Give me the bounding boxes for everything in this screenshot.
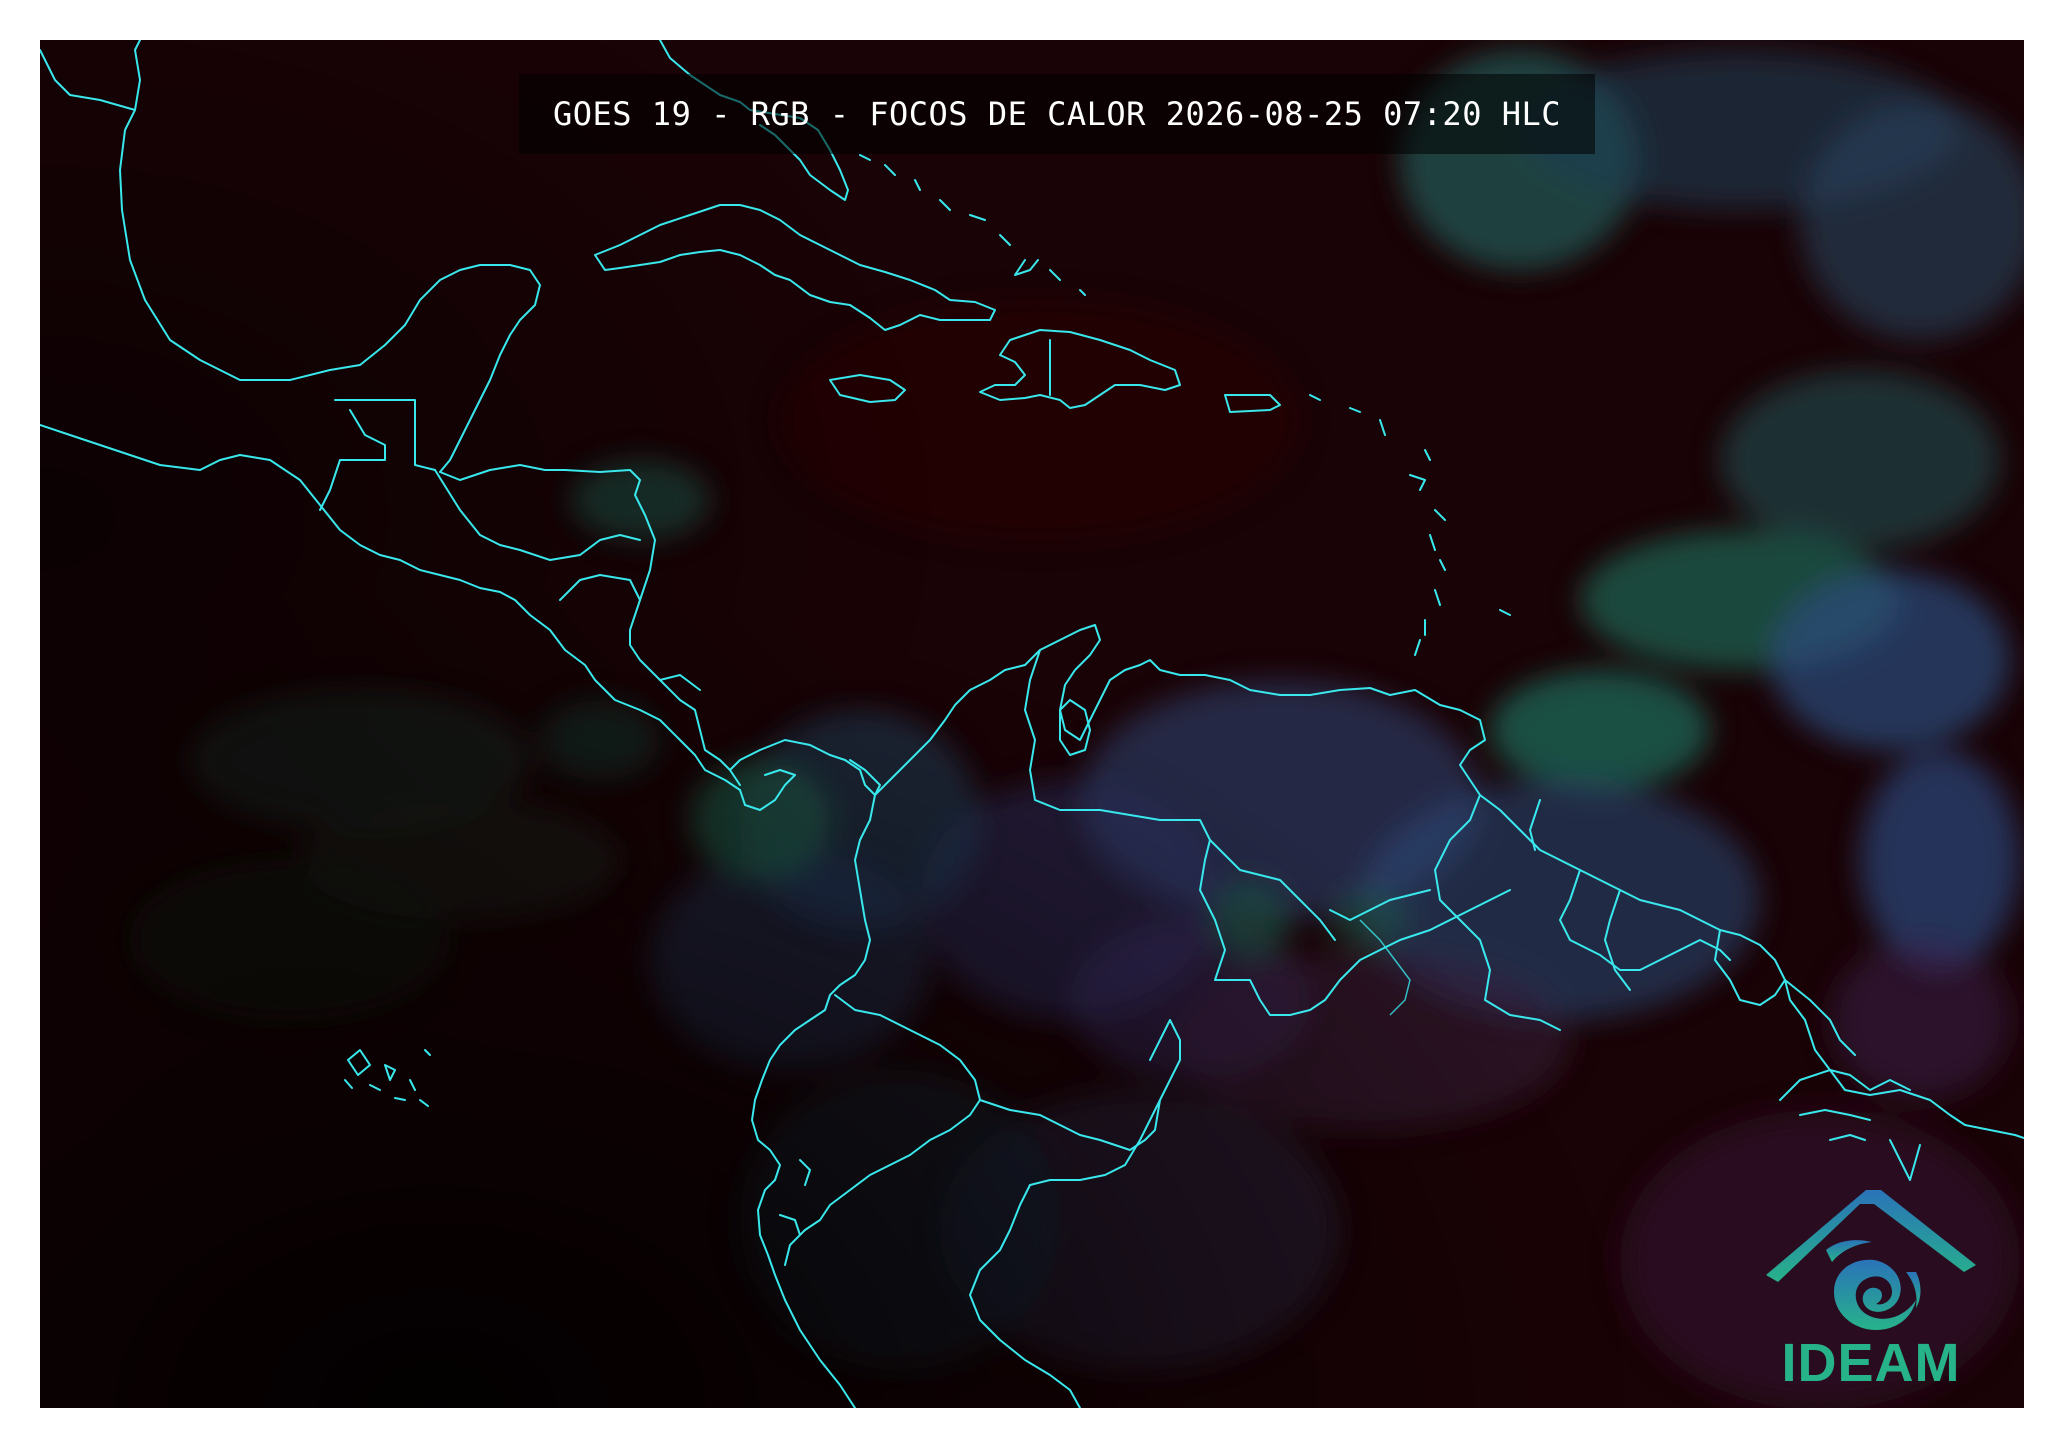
- title-box: GOES 19 - RGB - FOCOS DE CALOR 2026-08-2…: [519, 74, 1595, 154]
- satellite-map: GOES 19 - RGB - FOCOS DE CALOR 2026-08-2…: [40, 40, 2024, 1408]
- ideam-logo-text: IDEAM: [1781, 1333, 1961, 1393]
- ideam-swirl-roof-icon: [1766, 1190, 1976, 1330]
- satellite-image: [40, 40, 2024, 1408]
- ideam-logo: IDEAM: [1756, 1180, 1986, 1393]
- map-title: GOES 19 - RGB - FOCOS DE CALOR 2026-08-2…: [552, 95, 1562, 133]
